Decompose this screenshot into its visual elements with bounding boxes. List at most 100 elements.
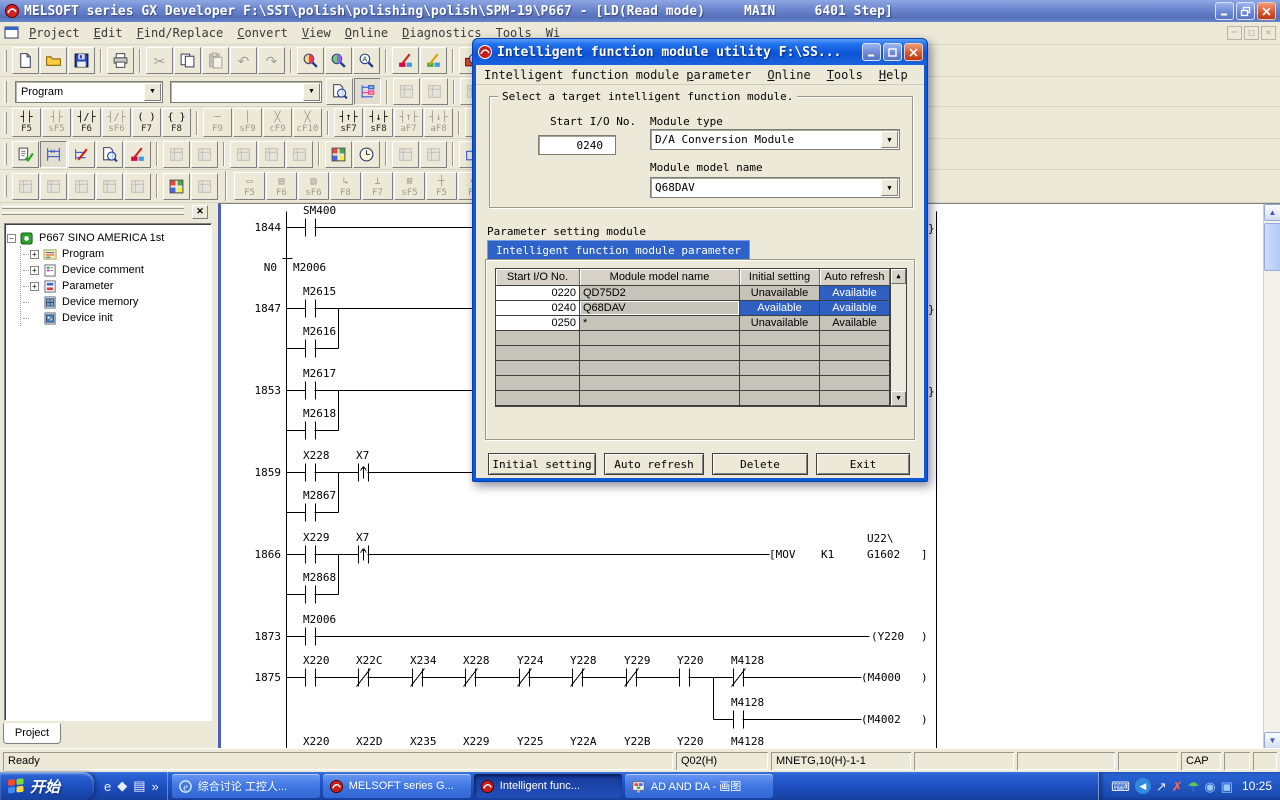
ie-quicklaunch-icon[interactable]: e bbox=[104, 779, 111, 794]
keyboard-tray-icon[interactable]: ⌨ bbox=[1111, 780, 1130, 793]
delete-button[interactable]: Delete bbox=[712, 453, 808, 475]
program-check-button[interactable] bbox=[12, 141, 39, 168]
module-type-combo[interactable]: D/A Conversion Module ▼ bbox=[650, 129, 900, 150]
panel-grip[interactable] bbox=[2, 206, 184, 220]
paste-button[interactable] bbox=[202, 47, 229, 74]
chevron-down-icon[interactable]: ▼ bbox=[881, 131, 898, 148]
chevron-down-icon[interactable]: ▼ bbox=[144, 83, 161, 101]
toolbar-grip[interactable] bbox=[4, 175, 7, 197]
horizontal-line-button[interactable]: ─F9 bbox=[203, 108, 232, 137]
find-instruction-button[interactable] bbox=[325, 47, 352, 74]
closed-branch-button[interactable]: ┤/├sF6 bbox=[102, 108, 131, 137]
taskbar-task-item[interactable]: AD AND DA - 画图 bbox=[625, 774, 773, 798]
sfc-dummy-button[interactable]: ⊠sF5 bbox=[394, 172, 425, 200]
delete-hline-button[interactable]: ╳cF9 bbox=[263, 108, 292, 137]
scroll-down-icon[interactable]: ▼ bbox=[891, 391, 906, 406]
sidebar-item-program[interactable]: +Program bbox=[23, 246, 209, 262]
ladder-mode-button[interactable] bbox=[40, 141, 67, 168]
toolbar-grip[interactable] bbox=[4, 50, 7, 72]
table-cell-initial-setting[interactable]: Available bbox=[740, 301, 820, 316]
expand-toggle-icon[interactable]: + bbox=[30, 250, 39, 259]
table-cell-start-io[interactable] bbox=[496, 331, 580, 346]
table-cell-model-name[interactable] bbox=[580, 376, 740, 391]
rising-pulse-button[interactable]: ┤↑├sF7 bbox=[334, 108, 363, 137]
menu-convert[interactable]: Convert bbox=[230, 24, 295, 42]
copy-button[interactable] bbox=[174, 47, 201, 74]
table-cell-model-name[interactable]: * bbox=[580, 316, 740, 331]
minimize-icon[interactable] bbox=[1215, 2, 1234, 20]
dialog-menu-tools[interactable]: Tools bbox=[819, 67, 871, 83]
sfc-jump-button[interactable]: ↳F8 bbox=[330, 172, 361, 200]
table-cell-auto-refresh[interactable] bbox=[820, 361, 890, 376]
partial-run-button[interactable] bbox=[40, 173, 67, 200]
table-cell-auto-refresh[interactable]: Available bbox=[820, 301, 890, 316]
monitor-start-button[interactable] bbox=[353, 141, 380, 168]
trace-button[interactable] bbox=[124, 173, 151, 200]
table-cell-start-io[interactable]: 0240 bbox=[496, 301, 580, 316]
open-project-button[interactable] bbox=[40, 47, 67, 74]
table-cell-auto-refresh[interactable] bbox=[820, 346, 890, 361]
menu-find-replace[interactable]: Find/Replace bbox=[130, 24, 231, 42]
network-tray-icon[interactable]: ◉ bbox=[1204, 780, 1215, 793]
delete-vline-button[interactable]: ╳cF10 bbox=[293, 108, 322, 137]
module-model-combo[interactable]: Q68DAV ▼ bbox=[650, 177, 900, 198]
menu-view[interactable]: View bbox=[295, 24, 338, 42]
open-branch-button[interactable]: ┤├sF5 bbox=[42, 108, 71, 137]
toolbar-grip[interactable] bbox=[4, 143, 7, 165]
table-cell-initial-setting[interactable] bbox=[740, 331, 820, 346]
close-icon[interactable] bbox=[1257, 2, 1276, 20]
print-button[interactable] bbox=[107, 47, 134, 74]
media-quicklaunch-icon[interactable]: ▤ bbox=[133, 778, 145, 794]
table-cell-start-io[interactable] bbox=[496, 346, 580, 361]
redo-button[interactable]: ↷ bbox=[258, 47, 285, 74]
find-device-button[interactable] bbox=[297, 47, 324, 74]
remote-run-button[interactable] bbox=[191, 173, 218, 200]
dialog-minimize-icon[interactable] bbox=[862, 43, 881, 61]
child-window-icon[interactable] bbox=[4, 25, 20, 41]
project-tree-toggle-button[interactable] bbox=[354, 78, 381, 105]
statement-display-button[interactable] bbox=[191, 141, 218, 168]
scroll-up-icon[interactable]: ▲ bbox=[891, 269, 906, 284]
ladder-edit-button[interactable] bbox=[68, 141, 95, 168]
collapse-toggle-icon[interactable]: − bbox=[7, 234, 16, 243]
sidebar-item-device-init[interactable]: Device init bbox=[23, 310, 209, 326]
dialog-maximize-icon[interactable] bbox=[883, 43, 902, 61]
exit-button[interactable]: Exit bbox=[816, 453, 910, 475]
tab-intelligent-function-module-parameter[interactable]: Intelligent function module parameter bbox=[487, 240, 750, 259]
table-cell-start-io[interactable] bbox=[496, 361, 580, 376]
write-mode-button[interactable] bbox=[124, 141, 151, 168]
alias-format-button[interactable] bbox=[286, 141, 313, 168]
find-string-button[interactable]: A bbox=[353, 47, 380, 74]
skip-run-button[interactable] bbox=[96, 173, 123, 200]
data-name-combo[interactable]: ▼ bbox=[170, 81, 322, 103]
cut-button[interactable]: ✂ bbox=[146, 47, 173, 74]
replace-device-button[interactable] bbox=[392, 47, 419, 74]
dialog-menu-help[interactable]: Help bbox=[871, 67, 916, 83]
replace-string-button[interactable] bbox=[420, 47, 447, 74]
table-cell-initial-setting[interactable] bbox=[740, 346, 820, 361]
table-cell-initial-setting[interactable] bbox=[740, 361, 820, 376]
menu-online[interactable]: Online bbox=[338, 24, 395, 42]
vertical-line-button[interactable]: │sF9 bbox=[233, 108, 262, 137]
label-program-button[interactable] bbox=[393, 78, 420, 105]
child-restore-icon[interactable]: □ bbox=[1244, 26, 1259, 40]
table-cell-model-name[interactable] bbox=[580, 361, 740, 376]
rising-pulse-branch-button[interactable]: ┤↑├aF7 bbox=[394, 108, 423, 137]
sfc-end-step-button[interactable]: ⊥F7 bbox=[362, 172, 393, 200]
table-cell-auto-refresh[interactable]: Available bbox=[820, 286, 890, 301]
start-button[interactable]: 开始 bbox=[0, 772, 94, 800]
restore-icon[interactable] bbox=[1236, 2, 1255, 20]
expand-toggle-icon[interactable]: + bbox=[30, 266, 39, 275]
expand-toggle-icon[interactable]: + bbox=[30, 282, 39, 291]
coil-button[interactable]: ( )F7 bbox=[132, 108, 161, 137]
umbrella-tray-icon[interactable]: ☂ bbox=[1188, 780, 1200, 793]
taskbar-task-item[interactable]: MELSOFT series G... bbox=[323, 774, 471, 798]
table-cell-model-name[interactable]: QD75D2 bbox=[580, 286, 740, 301]
table-cell-model-name[interactable] bbox=[580, 391, 740, 406]
start-io-input[interactable] bbox=[538, 135, 616, 155]
panel-close-icon[interactable]: ✕ bbox=[192, 205, 208, 219]
doc-find-button[interactable] bbox=[326, 78, 353, 105]
device-test-button[interactable] bbox=[163, 173, 190, 200]
chevron-down-icon[interactable]: ▼ bbox=[881, 179, 898, 196]
sidebar-item-device-comment[interactable]: +Device comment bbox=[23, 262, 209, 278]
